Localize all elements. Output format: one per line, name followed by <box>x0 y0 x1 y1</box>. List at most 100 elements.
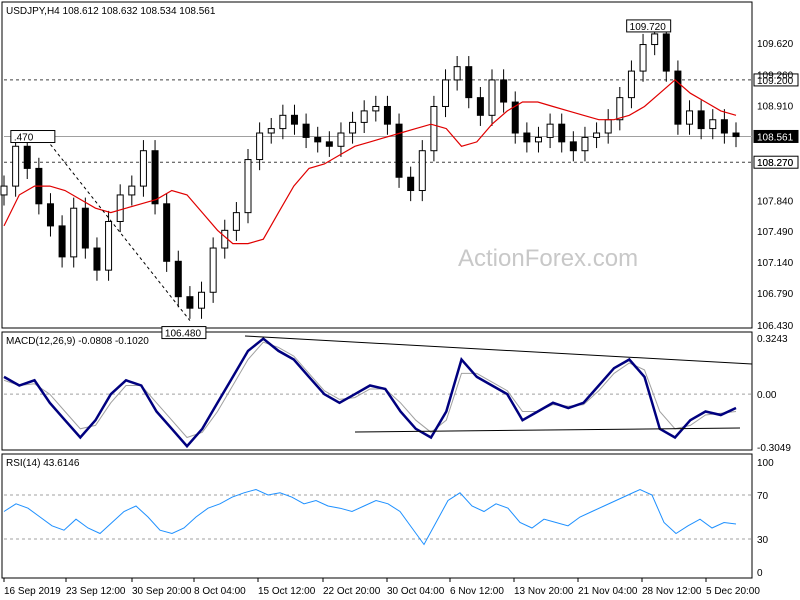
candle-body <box>372 105 380 112</box>
candle-body <box>314 136 322 143</box>
x-tick-label: 23 Sep 12:00 <box>66 586 126 597</box>
price-pane-frame <box>1 1 753 329</box>
chart-canvas: ActionForex.com USDJPY,H4 108.612 108.63… <box>0 1 799 597</box>
price-level-label: 108.561 <box>757 132 794 143</box>
candle-body <box>46 203 54 227</box>
candle-body <box>302 123 310 138</box>
candle-body <box>349 121 357 134</box>
macd-y-tick-label: 0.3243 <box>757 334 788 345</box>
watermark: ActionForex.com <box>458 245 638 272</box>
x-tick-label: 30 Sep 20:00 <box>132 586 192 597</box>
candle-body <box>418 150 426 192</box>
candle-body <box>639 44 647 72</box>
candle-body <box>290 114 298 125</box>
candle-body <box>500 79 508 103</box>
chart-window: ActionForex.com USDJPY,H4 108.612 108.63… <box>0 0 800 600</box>
candle-body <box>116 194 124 222</box>
candle-body <box>139 150 147 187</box>
candle-body <box>651 33 659 46</box>
price-y-tick-label: 107.140 <box>757 258 794 269</box>
candle-body <box>686 110 694 125</box>
candle-body <box>697 110 705 130</box>
x-tick-label: 16 Sep 2019 <box>4 586 61 597</box>
rsi-y-tick-label: 70 <box>757 491 769 502</box>
candle-body <box>674 70 682 125</box>
candle-body <box>732 132 740 138</box>
x-tick-label: 21 Nov 04:00 <box>578 586 638 597</box>
price-y-tick-label: 108.910 <box>757 102 794 113</box>
candle-body <box>453 66 461 81</box>
candle-body <box>12 145 20 187</box>
candle-body <box>174 260 182 298</box>
candle-body <box>128 185 136 196</box>
price-y-tick-label: 107.840 <box>757 196 794 207</box>
candle-body <box>325 141 333 147</box>
candle-body <box>58 225 66 258</box>
price-series-layer: 109.720 106.480 .470 <box>0 19 752 340</box>
macd-main-line <box>3 337 737 449</box>
candle-body <box>720 119 728 134</box>
x-tick-label: 6 Nov 12:00 <box>450 586 504 597</box>
candle-body <box>151 150 159 205</box>
macd-pane-title: MACD(12,26,9) -0.0808 -0.1020 <box>6 336 149 347</box>
rsi-pane-title: RSI(14) 43.6146 <box>6 458 80 469</box>
candle-body <box>407 176 415 192</box>
candle-body <box>186 296 194 309</box>
candle-body <box>558 123 566 143</box>
candle-body <box>581 136 589 152</box>
candle-body <box>523 132 531 143</box>
candle-body <box>105 220 113 271</box>
x-tick-label: 13 Nov 20:00 <box>514 586 574 597</box>
price-y-tick-label: 109.260 <box>757 71 794 82</box>
candle-body <box>337 132 345 147</box>
x-tick-label: 5 Dec 20:00 <box>706 586 760 597</box>
candle-body <box>662 33 670 72</box>
candle-body <box>593 132 601 138</box>
rsi-y-tick-label: 100 <box>757 458 774 469</box>
candle-body <box>256 132 264 161</box>
candle-body <box>23 145 31 169</box>
candle-body <box>70 207 78 258</box>
candle-body <box>209 247 217 293</box>
candle-body <box>163 203 171 262</box>
rsi-y-tick-label: 0 <box>757 568 763 579</box>
macd-y-tick-label: -0.3049 <box>757 443 791 454</box>
candle-body <box>232 212 240 231</box>
candle-body <box>395 123 403 178</box>
rsi-y-tick-label: 30 <box>757 535 769 546</box>
candle-body <box>93 247 101 271</box>
x-tick-label: 8 Oct 04:00 <box>194 586 246 597</box>
candle-body <box>627 70 635 99</box>
candle-body <box>465 66 473 99</box>
price-y-tick-label: 107.490 <box>757 227 794 238</box>
x-tick-label: 30 Oct 04:00 <box>387 586 445 597</box>
candle-body <box>430 105 438 152</box>
candle-body <box>442 79 450 107</box>
x-tick-label: 22 Oct 20:00 <box>323 586 381 597</box>
candle-body <box>546 123 554 138</box>
price-annotation-label: 109.720 <box>630 22 667 33</box>
candle-body <box>569 141 577 152</box>
candle-body <box>616 97 624 121</box>
candle-body <box>267 128 275 134</box>
candle-body <box>604 119 612 134</box>
price-annotation-label: .470 <box>14 133 34 144</box>
price-y-tick-label: 106.430 <box>757 321 794 332</box>
x-tick-label: 15 Oct 12:00 <box>258 586 316 597</box>
rsi-series-layer <box>3 488 752 546</box>
candle-body <box>279 114 287 130</box>
candle-body <box>476 97 484 116</box>
candle-body <box>81 207 89 249</box>
candle-body <box>709 119 717 130</box>
rsi-line <box>3 488 737 546</box>
price-annotation-label: 106.480 <box>165 329 202 340</box>
price-y-tick-label: 108.270 <box>757 158 794 169</box>
candle-body <box>488 79 496 116</box>
macd-y-tick-label: 0.00 <box>757 390 777 401</box>
rsi-pane-frame <box>1 453 753 579</box>
candle-body <box>0 185 8 196</box>
candle-body <box>534 136 542 143</box>
macd-series-layer <box>3 335 753 449</box>
candle-body <box>244 159 252 214</box>
candle-body <box>360 110 368 123</box>
